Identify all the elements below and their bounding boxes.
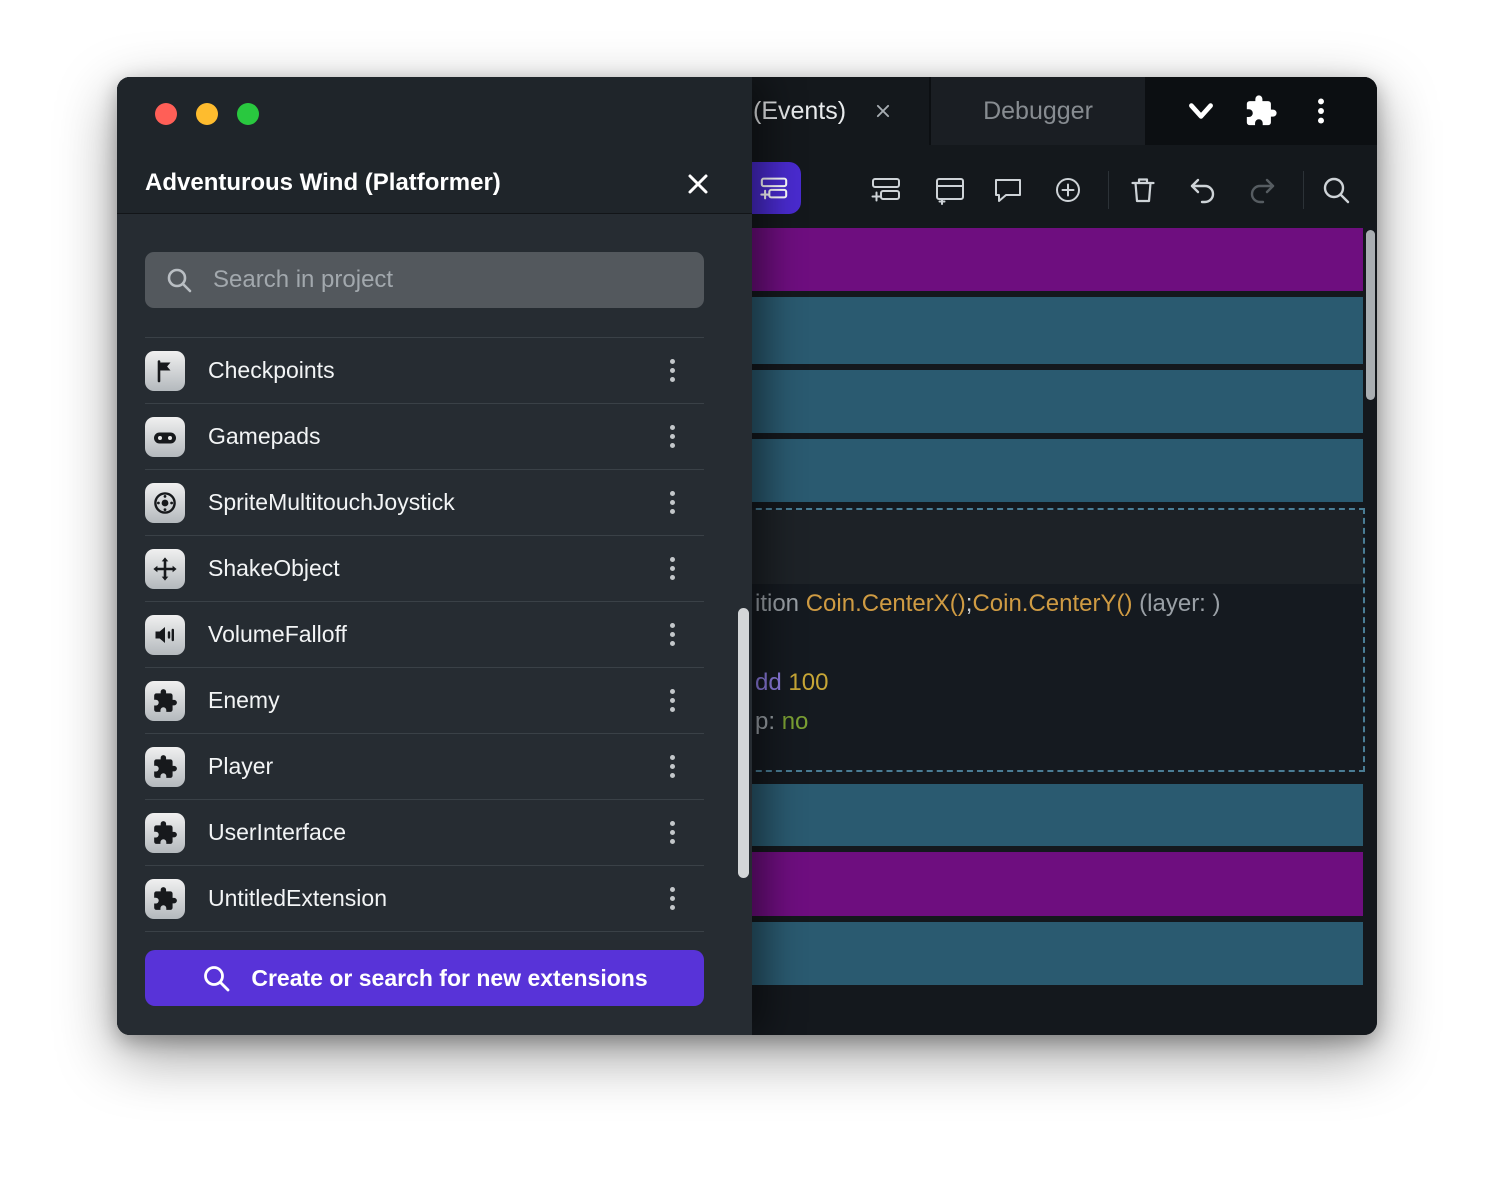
kebab-menu-icon[interactable] xyxy=(1304,94,1338,128)
trash-icon[interactable] xyxy=(1127,174,1159,206)
list-item-label: SpriteMultitouchJoystick xyxy=(208,489,639,516)
minimize-window-button[interactable] xyxy=(196,103,218,125)
chevron-down-icon[interactable] xyxy=(1184,94,1218,128)
item-menu-icon[interactable] xyxy=(662,813,682,853)
list-item-label: ShakeObject xyxy=(208,555,639,582)
puzzle-icon xyxy=(145,681,185,721)
list-item-label: UntitledExtension xyxy=(208,885,639,912)
joystick-icon xyxy=(145,483,185,523)
add-subevent-icon[interactable] xyxy=(870,174,902,206)
move-arrows-icon xyxy=(145,549,185,589)
undo-icon[interactable] xyxy=(1187,174,1219,206)
window-topbar-actions xyxy=(1145,77,1377,145)
redo-icon[interactable] xyxy=(1246,174,1278,206)
zoom-window-button[interactable] xyxy=(237,103,259,125)
modal-header: Adventurous Wind (Platformer) xyxy=(117,77,752,214)
create-extension-button[interactable]: Create or search for new extensions xyxy=(145,950,704,1006)
speaker-icon xyxy=(145,615,185,655)
list-item-userinterface[interactable]: UserInterface xyxy=(145,799,704,865)
tab-events-label: (Events) xyxy=(753,97,846,126)
editor-scrollbar[interactable] xyxy=(1366,230,1375,400)
circle-plus-icon[interactable] xyxy=(1052,174,1084,206)
list-item-label: UserInterface xyxy=(208,819,639,846)
list-item-label: Enemy xyxy=(208,687,639,714)
close-window-button[interactable] xyxy=(155,103,177,125)
extensions-dialog: Adventurous Wind (Platformer) Chec xyxy=(117,77,752,1035)
item-menu-icon[interactable] xyxy=(662,549,682,589)
tab-close-icon[interactable] xyxy=(872,100,894,122)
item-menu-icon[interactable] xyxy=(662,417,682,457)
puzzle-icon xyxy=(145,879,185,919)
search-icon xyxy=(201,963,231,993)
item-menu-icon[interactable] xyxy=(662,615,682,655)
tab-debugger-label: Debugger xyxy=(983,97,1093,126)
event-action-text: p: no xyxy=(755,708,808,736)
search-icon xyxy=(165,266,193,294)
search-events-icon[interactable] xyxy=(1320,174,1352,206)
list-item-label: VolumeFalloff xyxy=(208,621,639,648)
event-action-text: dd 100 xyxy=(755,669,828,697)
search-input[interactable] xyxy=(213,266,684,294)
toolbar-divider xyxy=(1303,171,1304,209)
extensions-puzzle-icon[interactable] xyxy=(1244,94,1278,128)
item-menu-icon[interactable] xyxy=(662,747,682,787)
list-item-player[interactable]: Player xyxy=(145,733,704,799)
list-item-enemy[interactable]: Enemy xyxy=(145,667,704,733)
gamepad-icon xyxy=(145,417,185,457)
list-item-label: Gamepads xyxy=(208,423,639,450)
list-item-checkpoints[interactable]: Checkpoints xyxy=(145,337,704,403)
puzzle-icon xyxy=(145,813,185,853)
tab-debugger[interactable]: Debugger xyxy=(929,77,1145,145)
list-item-volumefalloff[interactable]: VolumeFalloff xyxy=(145,601,704,667)
list-item-label: Checkpoints xyxy=(208,357,639,384)
puzzle-icon xyxy=(145,747,185,787)
close-dialog-icon[interactable] xyxy=(680,166,716,202)
list-item-shakeobject[interactable]: ShakeObject xyxy=(145,535,704,601)
item-menu-icon[interactable] xyxy=(662,879,682,919)
window-controls xyxy=(155,103,259,125)
item-menu-icon[interactable] xyxy=(662,351,682,391)
gdevelop-window: (Events) Debugger xyxy=(117,77,1377,1035)
create-extension-label: Create or search for new extensions xyxy=(251,965,647,992)
item-menu-icon[interactable] xyxy=(662,483,682,523)
add-comment-icon[interactable] xyxy=(992,174,1024,206)
list-item-spritemultitouchjoystick[interactable]: SpriteMultitouchJoystick xyxy=(145,469,704,535)
list-item-gamepads[interactable]: Gamepads xyxy=(145,403,704,469)
item-menu-icon[interactable] xyxy=(662,681,682,721)
event-action-text: ition Coin.CenterX();Coin.CenterY() (lay… xyxy=(755,590,1221,618)
flag-icon xyxy=(145,351,185,391)
project-search xyxy=(145,252,704,308)
toolbar-divider xyxy=(1108,171,1109,209)
list-item-label: Player xyxy=(208,753,639,780)
dialog-title: Adventurous Wind (Platformer) xyxy=(145,169,501,197)
list-item-untitledextension[interactable]: UntitledExtension xyxy=(145,865,704,931)
add-other-event-icon[interactable] xyxy=(934,174,966,206)
extension-list: Checkpoints Gamepads xyxy=(145,337,704,932)
modal-scrollbar[interactable] xyxy=(738,608,749,878)
